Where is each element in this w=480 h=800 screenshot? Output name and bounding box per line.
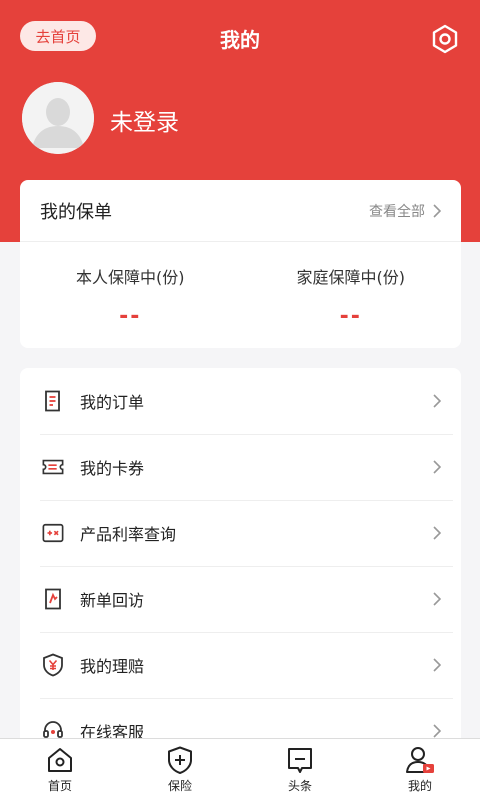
menu-item-claims[interactable]: 我的理赔 (20, 632, 461, 698)
tab-home[interactable]: 首页 (0, 739, 120, 800)
menu-item-coupons[interactable]: 我的卡券 (20, 434, 461, 500)
policy-title: 我的保单 (40, 201, 112, 223)
go-home-button[interactable]: 去首页 (20, 21, 96, 51)
chevron-right-icon (433, 394, 441, 408)
menu-card: 我的订单 我的卡券 产品利率查询 新单回访 我的理赔 在线客服 (20, 368, 461, 748)
menu-item-label: 产品利率查询 (80, 525, 177, 544)
tab-label: 保险 (167, 779, 192, 793)
menu-item-label: 新单回访 (80, 591, 145, 610)
policy-card: 我的保单 查看全部 本人保障中(份) -- 家庭保障中(份) -- (20, 180, 461, 348)
policy-card-header: 我的保单 查看全部 (20, 180, 461, 242)
chevron-right-icon (433, 724, 441, 738)
policy-stats: 本人保障中(份) -- 家庭保障中(份) -- (20, 242, 461, 348)
chevron-right-icon (433, 526, 441, 540)
view-all-label: 查看全部 (369, 203, 425, 220)
home-icon (48, 748, 72, 772)
calculator-icon (42, 522, 64, 544)
chevron-right-icon (433, 658, 441, 672)
go-home-label: 去首页 (35, 27, 81, 46)
menu-item-label: 我的订单 (80, 393, 145, 412)
avatar[interactable] (22, 82, 94, 154)
chevron-right-icon (433, 203, 441, 218)
menu-item-label: 我的理赔 (80, 657, 145, 676)
menu-item-rate-query[interactable]: 产品利率查询 (20, 500, 461, 566)
tab-headlines[interactable]: 头条 (240, 739, 360, 800)
tab-label: 我的 (407, 779, 432, 793)
revisit-icon (42, 588, 64, 610)
settings-button[interactable] (428, 22, 462, 56)
family-coverage-stat[interactable]: 家庭保障中(份) -- (241, 242, 462, 348)
stat-label: 家庭保障中(份) (296, 268, 406, 287)
tab-label: 首页 (47, 779, 72, 793)
claim-icon (42, 653, 64, 677)
tab-label: 头条 (287, 779, 312, 793)
profile-icon (406, 747, 434, 773)
order-icon (42, 390, 64, 412)
view-all-link[interactable]: 查看全部 (369, 201, 441, 221)
stat-value: -- (339, 304, 362, 329)
menu-item-revisit[interactable]: 新单回访 (20, 566, 461, 632)
chevron-right-icon (433, 460, 441, 474)
bottom-tab-bar: 首页 保险 头条 我的 (0, 738, 480, 800)
headline-icon (288, 748, 312, 773)
chevron-right-icon (433, 592, 441, 606)
menu-item-label: 我的卡券 (80, 459, 145, 478)
login-status-text[interactable]: 未登录 (110, 103, 179, 137)
insurance-shield-icon (168, 746, 192, 774)
settings-icon (432, 24, 458, 54)
default-avatar-icon (22, 82, 94, 154)
stat-value: -- (119, 304, 142, 329)
coupon-icon (42, 456, 64, 478)
self-coverage-stat[interactable]: 本人保障中(份) -- (20, 242, 241, 348)
stat-label: 本人保障中(份) (76, 268, 185, 287)
menu-item-orders[interactable]: 我的订单 (20, 368, 461, 434)
tab-mine[interactable]: 我的 (360, 739, 480, 800)
tab-insurance[interactable]: 保险 (120, 739, 240, 800)
